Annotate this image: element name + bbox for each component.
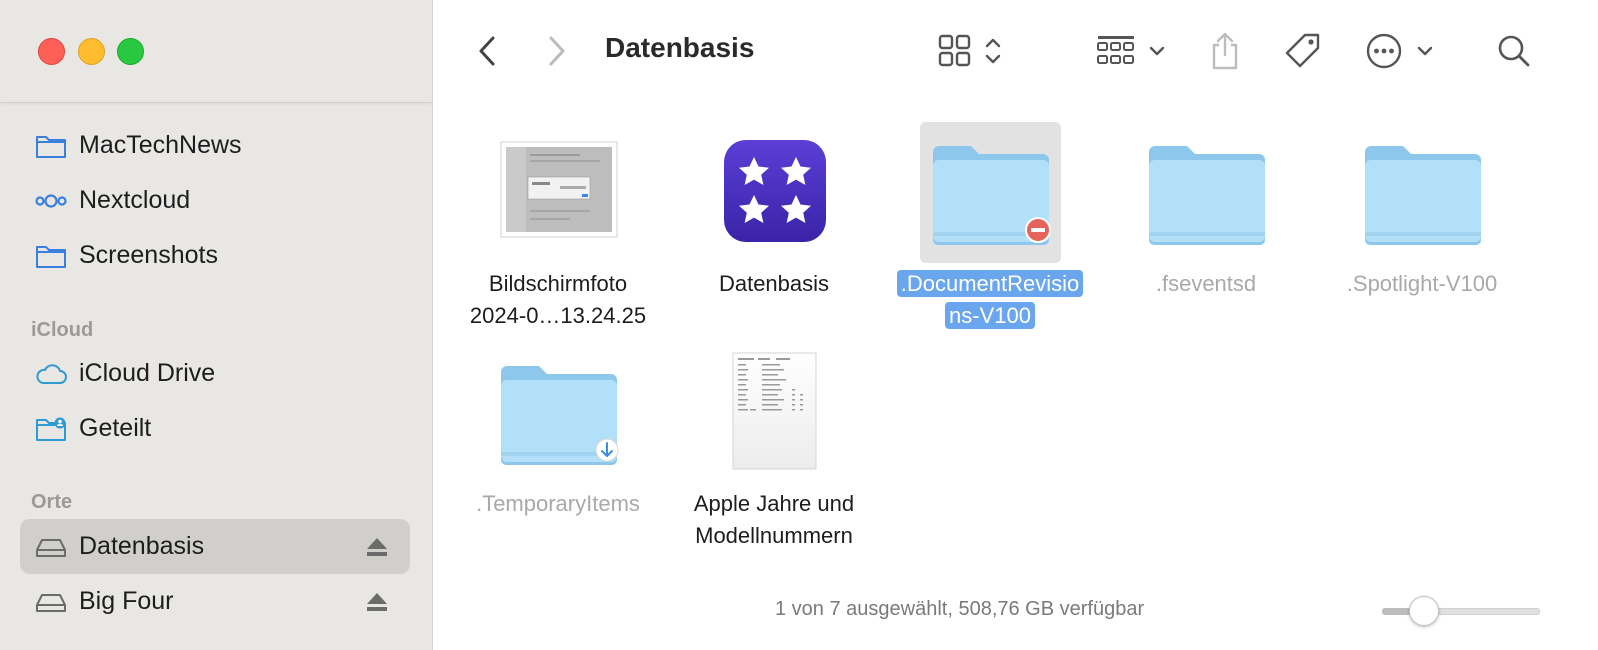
sidebar-item-label: Datenbasis (79, 532, 205, 560)
sidebar-item-icloud-drive[interactable]: iCloud Drive (20, 346, 410, 401)
screenshot-thumbnail (500, 141, 618, 238)
file-item-temporaryitems[interactable]: .TemporaryItems (450, 350, 666, 550)
folder-locked-icon (933, 146, 1051, 245)
nextcloud-icon (35, 194, 67, 208)
file-name: Datenbasis (718, 271, 830, 296)
sidebar-item-mactechnews[interactable]: MacTechNews (20, 118, 410, 173)
file-name-line1: Apple Jahre und (693, 491, 855, 516)
sidebar-item-label: Big Four (79, 587, 174, 615)
file-item-fseventsd[interactable]: .fseventsd (1098, 130, 1314, 330)
finder-window: y MacTechNews Nextcloud Screenshots (0, 0, 1598, 650)
share-button[interactable] (1205, 26, 1245, 76)
folder-download-icon (501, 366, 619, 465)
sidebar-section-places: Orte (31, 491, 73, 513)
back-button[interactable] (470, 26, 504, 76)
tag-button[interactable] (1282, 26, 1324, 76)
file-name-line2: Modellnummern (695, 523, 853, 548)
sidebar-item-label: MacTechNews (79, 131, 242, 159)
sidebar-item-datenbasis[interactable]: Datenbasis (20, 519, 410, 574)
drive-icon (36, 539, 66, 557)
close-button[interactable] (38, 38, 65, 65)
icon-size-slider-knob[interactable] (1408, 596, 1439, 626)
search-icon (1498, 35, 1530, 67)
eject-icon[interactable] (366, 592, 388, 612)
drive-icon (36, 594, 66, 612)
file-name-line1: Bildschirmfoto (488, 271, 628, 296)
file-name-line2: ns-V100 (945, 302, 1035, 329)
folder-icon (1149, 146, 1265, 245)
chevron-left-icon (479, 36, 495, 66)
grid-view-icon (938, 34, 1001, 67)
shared-folder-icon (36, 417, 66, 441)
sidebar-item-label: Screenshots (79, 241, 218, 269)
file-item-spotlight[interactable]: .Spotlight-V100 (1314, 130, 1530, 330)
sidebar-item-geteilt[interactable]: Geteilt (20, 401, 410, 456)
sidebar-item-label: iCloud Drive (79, 359, 216, 387)
file-name: .fseventsd (1155, 271, 1257, 296)
zoom-button[interactable] (117, 38, 144, 65)
minimize-button[interactable] (78, 38, 105, 65)
sidebar-section-icloud: iCloud (31, 319, 94, 341)
file-item-datenbasis-app[interactable]: Datenbasis (666, 130, 882, 330)
document-thumbnail (732, 352, 817, 470)
ellipsis-icon (1366, 33, 1433, 69)
eject-icon[interactable] (366, 537, 388, 557)
folder-icon (36, 246, 66, 268)
file-name: .TemporaryItems (476, 491, 640, 516)
status-text: 1 von 7 ausgewählt, 508,76 GB verfügbar (775, 598, 1145, 620)
view-mode-button[interactable] (935, 26, 1010, 76)
file-name-line1: .DocumentRevisio (896, 270, 1084, 297)
share-icon (1212, 32, 1238, 70)
tag-icon (1285, 33, 1320, 68)
group-icon (1097, 36, 1165, 64)
search-button[interactable] (1494, 26, 1534, 76)
forward-button[interactable] (540, 26, 574, 76)
file-name-line2: 2024-0…13.24.25 (469, 303, 647, 328)
cloud-icon (36, 364, 67, 384)
file-name: .Spotlight-V100 (1346, 271, 1498, 296)
sidebar-item-screenshots[interactable]: Screenshots (20, 228, 410, 283)
more-actions-button[interactable] (1364, 26, 1436, 76)
sidebar-titlebar (0, 0, 432, 103)
sidebar-item-big-four[interactable]: Big Four (20, 574, 410, 629)
group-button[interactable] (1094, 26, 1170, 76)
chevron-right-icon (549, 36, 565, 66)
sidebar: y MacTechNews Nextcloud Screenshots (0, 0, 433, 650)
file-item-apple-jahre[interactable]: Apple Jahre und Modellnummern (666, 350, 882, 550)
folder-icon (1365, 146, 1481, 245)
file-item-bildschirmfoto[interactable]: Bildschirmfoto 2024-0…13.24.25 (450, 130, 666, 330)
selected-file-name: .DocumentRevisio ns-V100 (883, 268, 1097, 332)
folder-icon (36, 136, 66, 158)
app-star-icon (724, 140, 826, 242)
window-title: Datenbasis (605, 32, 755, 63)
sidebar-item-label: Nextcloud (79, 186, 191, 214)
sidebar-item-nextcloud[interactable]: Nextcloud (20, 173, 410, 228)
sidebar-item-label: Geteilt (79, 414, 152, 442)
